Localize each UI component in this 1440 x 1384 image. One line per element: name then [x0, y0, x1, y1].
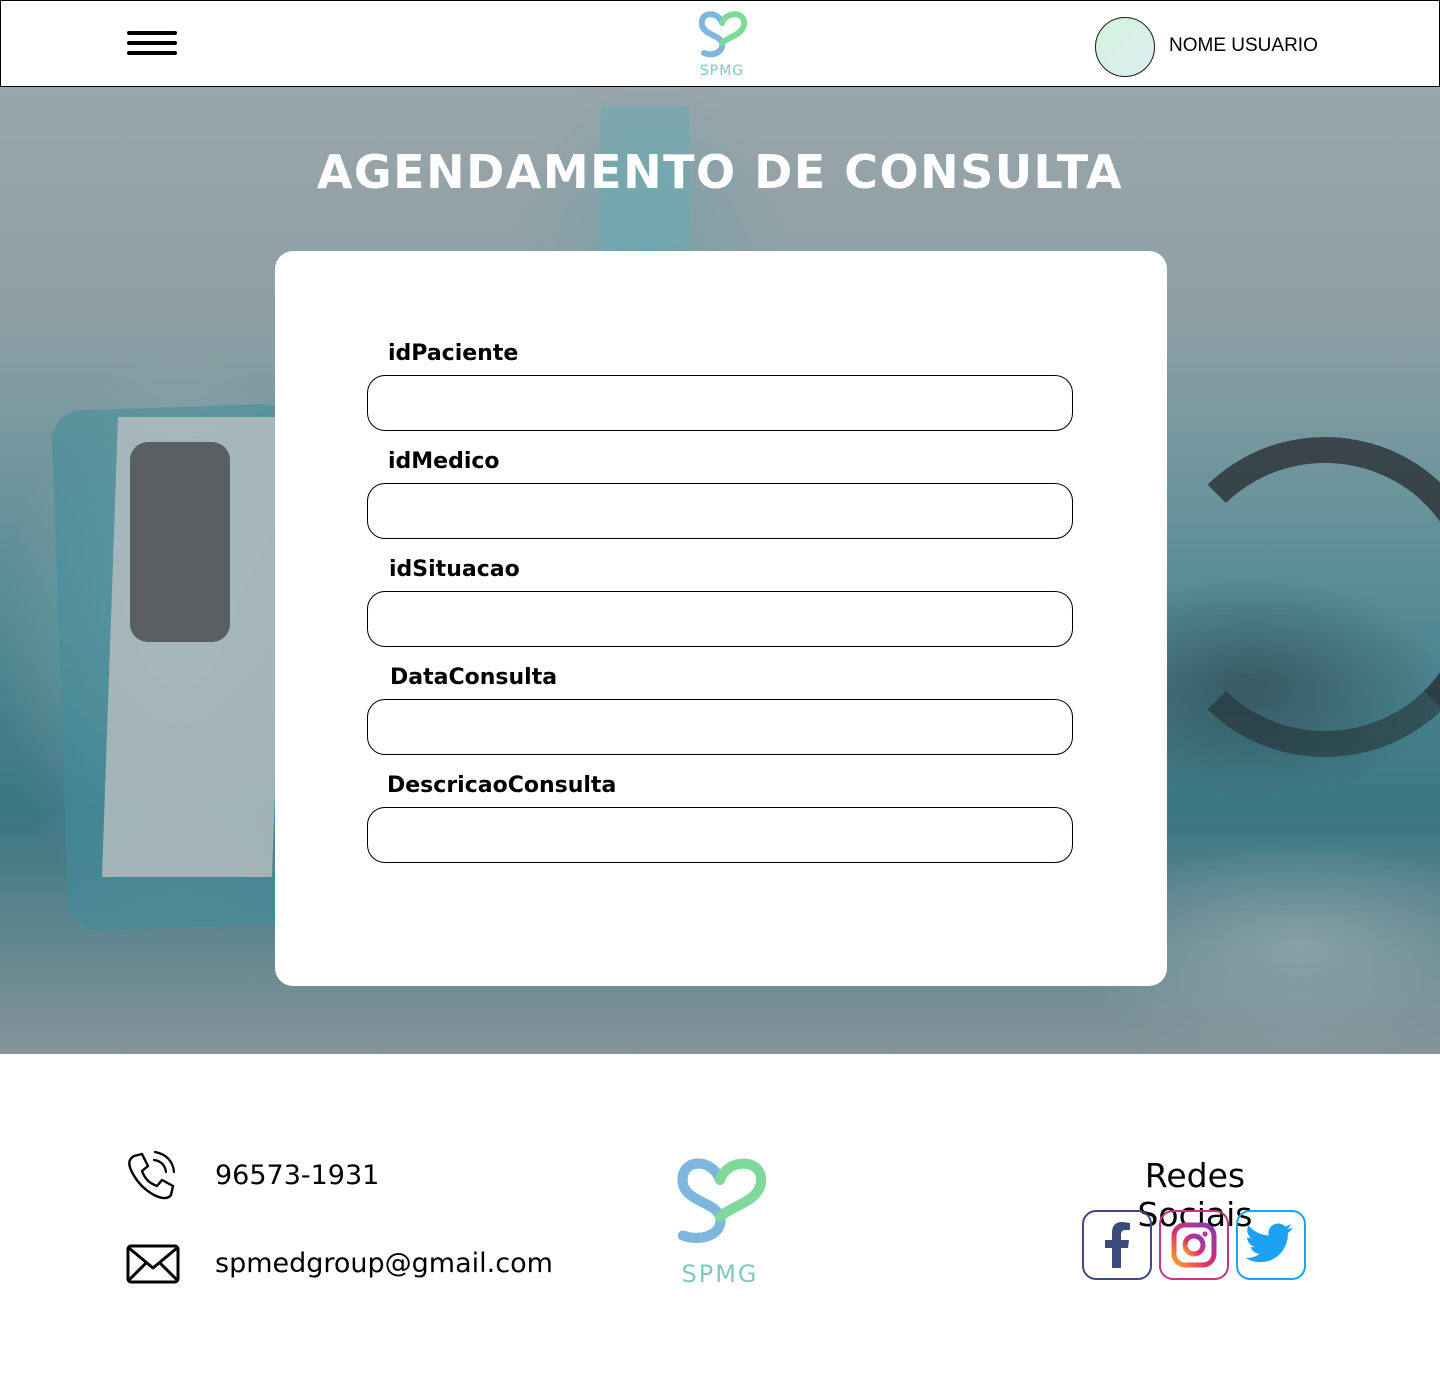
header-logo-text: SPMG [699, 63, 745, 79]
heart-logo-icon [698, 11, 748, 58]
mail-icon [126, 1244, 180, 1284]
data-consulta-label: DataConsulta [390, 665, 558, 690]
username-label[interactable]: NOME USUARIO [1169, 35, 1318, 57]
id-medico-input[interactable] [367, 483, 1073, 539]
facebook-icon [1105, 1222, 1130, 1268]
id-situacao-input[interactable] [367, 591, 1073, 647]
twitter-button[interactable] [1236, 1210, 1306, 1280]
page-title: AGENDAMENTO DE CONSULTA [316, 145, 1124, 199]
id-paciente-label: idPaciente [388, 341, 519, 366]
id-paciente-input[interactable] [367, 375, 1073, 431]
header-logo[interactable]: SPMG [694, 7, 750, 81]
top-header: SPMG NOME USUARIO [0, 0, 1440, 87]
instagram-icon [1171, 1222, 1217, 1268]
id-medico-label: idMedico [388, 449, 500, 474]
phone-number: 96573-1931 [215, 1160, 380, 1191]
instagram-button[interactable] [1159, 1210, 1229, 1280]
hamburger-menu-icon[interactable] [125, 29, 177, 61]
hero-background: AGENDAMENTO DE CONSULTA idPaciente idMed… [0, 87, 1440, 1054]
twitter-icon [1245, 1223, 1293, 1263]
footer-logo-text: SPMG [681, 1260, 759, 1288]
facebook-button[interactable] [1082, 1210, 1152, 1280]
appointment-form-card: idPaciente idMedico idSituacao DataConsu… [275, 251, 1167, 986]
id-situacao-label: idSituacao [389, 557, 520, 582]
user-avatar[interactable] [1095, 17, 1155, 77]
phone-icon [128, 1150, 176, 1200]
descricao-consulta-input[interactable] [367, 807, 1073, 863]
footer: 96573-1931 spmedgroup@gmail.com SPMG Red… [0, 1054, 1440, 1384]
footer-logo: SPMG [668, 1150, 772, 1296]
descricao-consulta-label: DescricaoConsulta [387, 773, 617, 798]
email-address[interactable]: spmedgroup@gmail.com [215, 1248, 553, 1279]
heart-logo-icon [677, 1158, 766, 1243]
data-consulta-input[interactable] [367, 699, 1073, 755]
